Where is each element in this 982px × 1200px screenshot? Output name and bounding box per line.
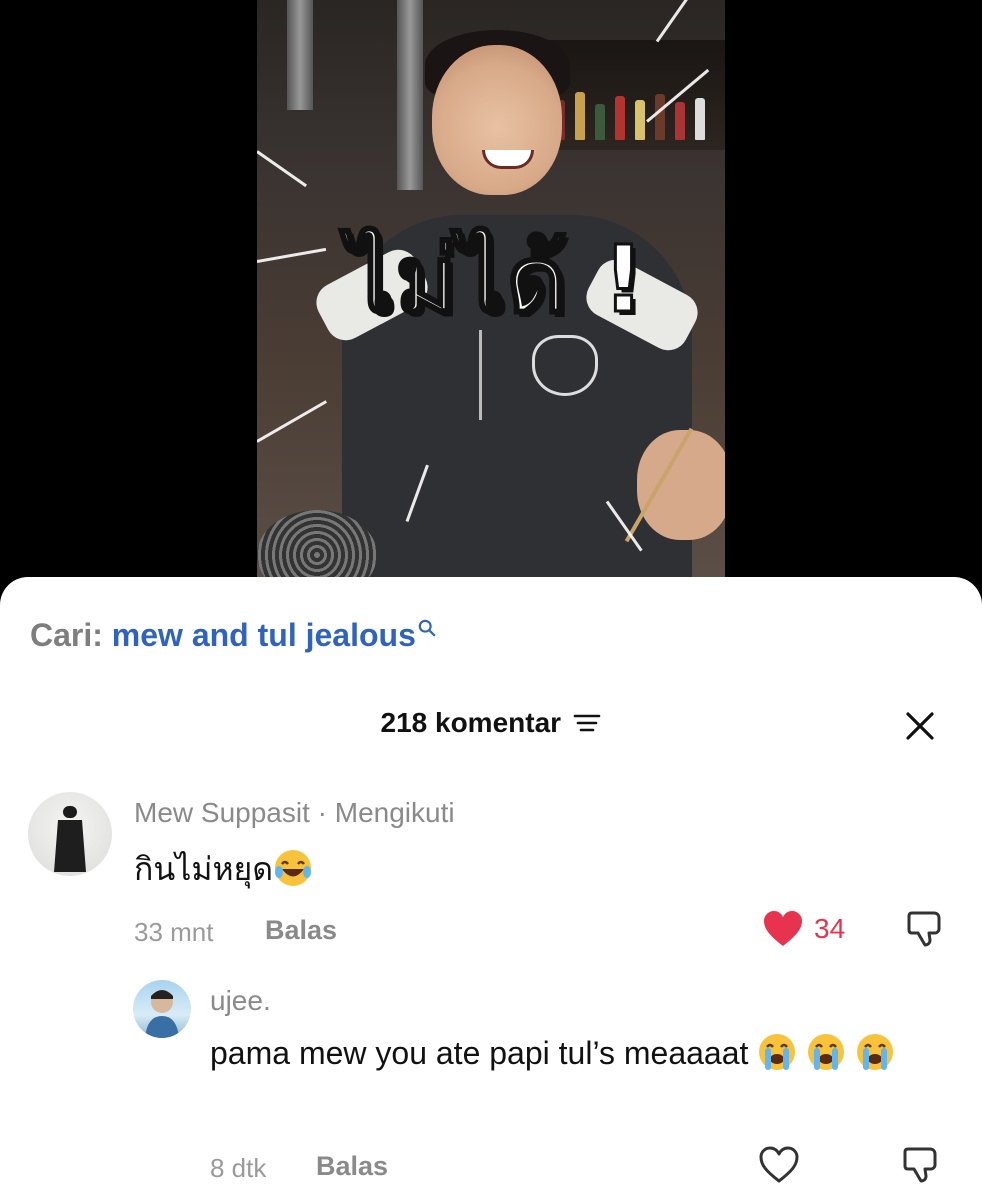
exhaust-hood xyxy=(287,0,313,110)
video-player[interactable]: ไม่ได้ ! xyxy=(257,0,725,600)
follow-status: Mengikuti xyxy=(334,797,455,828)
comment-item: Mew Suppasit · Mengikuti กินไม่หยุด 33 m… xyxy=(0,789,982,969)
search-suggestion[interactable]: Cari: mew and tul jealous xyxy=(30,617,436,654)
search-prefix: Cari: xyxy=(30,617,103,653)
exhaust-hood xyxy=(397,0,423,190)
comment-text-line: กินไม่หยุด xyxy=(134,845,313,893)
comment-text: pama mew you ate papi tul’s meaaaat xyxy=(210,1035,749,1071)
person-face xyxy=(432,45,562,195)
crying-emoji xyxy=(857,1034,894,1070)
search-icon xyxy=(418,619,436,637)
heart-outline-icon[interactable] xyxy=(758,1145,800,1185)
comment-author[interactable]: Mew Suppasit xyxy=(134,797,310,828)
comment-text: กินไม่หยุด xyxy=(134,851,274,887)
reply-button[interactable]: Balas xyxy=(316,1151,388,1182)
dislike-icon[interactable] xyxy=(900,1145,940,1185)
avatar[interactable] xyxy=(28,792,112,876)
comment-text-line: pama mew you ate papi tul’s meaaaat xyxy=(210,1029,955,1077)
dislike-icon[interactable] xyxy=(904,909,944,949)
separator-dot: · xyxy=(317,797,327,828)
laughing-tears-emoji xyxy=(275,850,312,886)
comment-time: 8 dtk xyxy=(210,1153,267,1183)
video-caption-overlay: ไม่ได้ ! xyxy=(346,225,647,335)
comment-author-line: Mew Suppasit · Mengikuti xyxy=(134,797,455,829)
like-button[interactable]: 34 xyxy=(762,909,845,949)
reply-comment-item: ujee. pama mew you ate papi tul’s meaaaa… xyxy=(0,977,982,1200)
comments-header: 218 komentar xyxy=(0,707,982,747)
reply-button[interactable]: Balas xyxy=(265,915,337,946)
comment-time: 33 mnt xyxy=(134,917,214,947)
comments-sheet: Cari: mew and tul jealous 218 komentar M… xyxy=(0,577,982,1200)
search-term-link[interactable]: mew and tul jealous xyxy=(112,617,416,653)
comment-author[interactable]: ujee. xyxy=(210,985,271,1017)
sort-icon[interactable] xyxy=(572,712,602,734)
close-icon[interactable] xyxy=(904,710,936,742)
comment-count: 218 komentar xyxy=(380,707,562,738)
crying-emoji xyxy=(808,1034,845,1070)
like-count: 34 xyxy=(814,913,846,944)
crying-emoji xyxy=(759,1034,796,1070)
avatar[interactable] xyxy=(133,980,191,1038)
heart-filled-icon xyxy=(764,911,802,946)
